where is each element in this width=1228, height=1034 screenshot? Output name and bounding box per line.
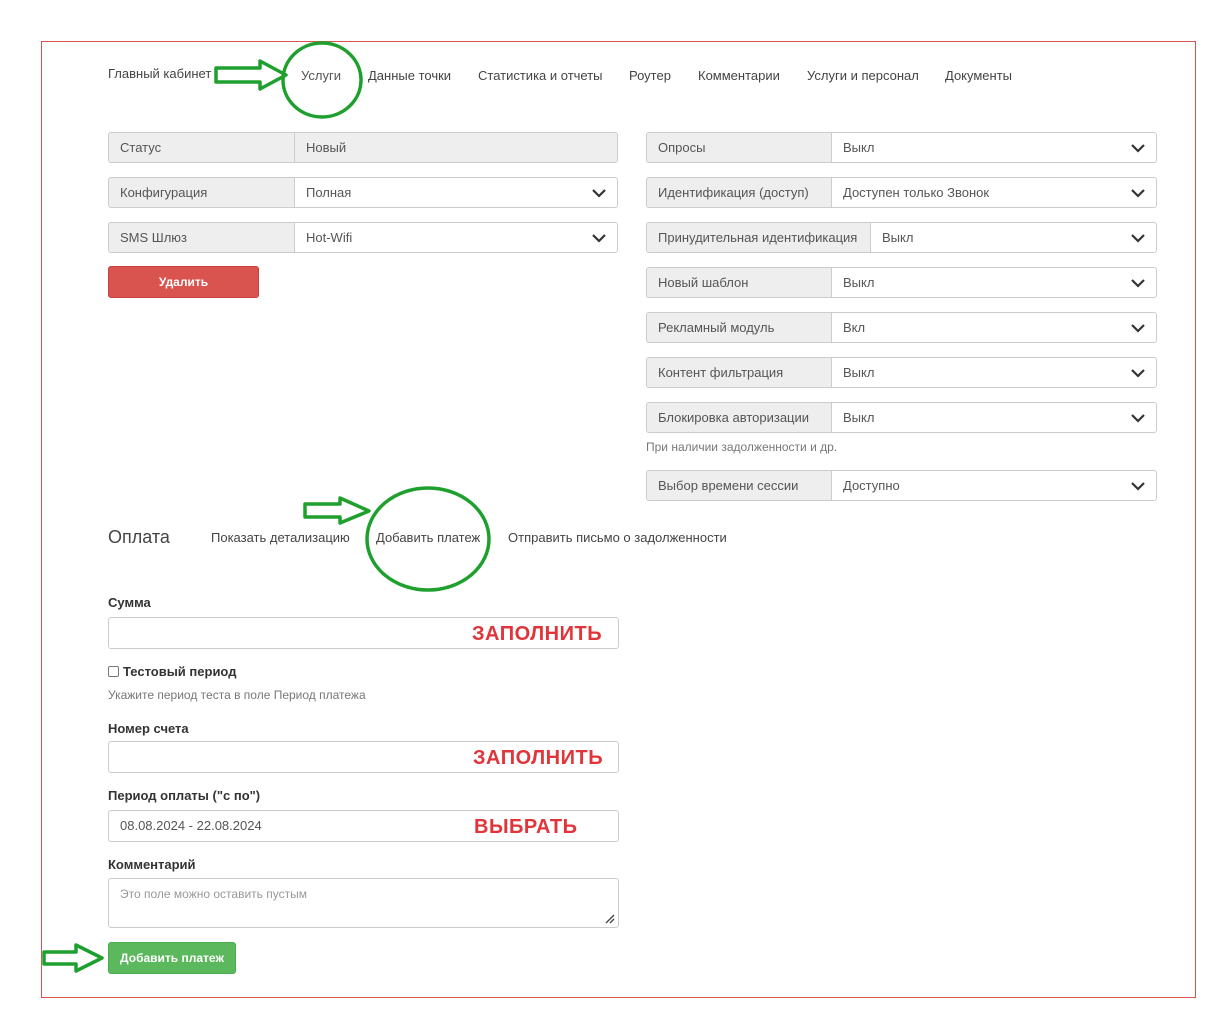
tab-add-payment[interactable]: Добавить платеж [376,530,480,545]
identification-value: Доступен только Звонок [843,185,990,200]
tab-show-details[interactable]: Показать детализацию [211,530,350,545]
sms-gateway-field: SMS Шлюз Hot-Wifi [108,222,618,253]
comment-textarea[interactable]: Это поле можно оставить пустым [108,878,619,928]
content-filter-label: Контент фильтрация [646,357,831,388]
polls-value: Выкл [843,140,875,155]
forced-identification-select[interactable]: Выкл [870,222,1157,253]
status-value: Новый [294,132,618,163]
tab-services[interactable]: Услуги [301,68,341,83]
chevron-down-icon [1131,279,1145,288]
chevron-down-icon [1131,189,1145,198]
polls-label: Опросы [646,132,831,163]
ad-module-label: Рекламный модуль [646,312,831,343]
tab-documents[interactable]: Документы [945,68,1012,83]
tab-point-data[interactable]: Данные точки [368,68,451,83]
test-period-row: Тестовый период [108,664,236,679]
period-label: Период оплаты ("с по") [108,788,261,803]
payment-title: Оплата [108,527,170,547]
chevron-down-icon [1131,144,1145,153]
chevron-down-icon [592,234,606,243]
polls-select[interactable]: Выкл [831,132,1157,163]
content-filter-field: Контент фильтрация Выкл [646,357,1157,388]
session-time-value: Доступно [843,478,900,493]
resize-handle-icon[interactable] [603,912,615,924]
new-template-field: Новый шаблон Выкл [646,267,1157,298]
fill-annotation-account: ЗАПОЛНИТЬ [473,747,604,769]
choose-annotation-period: ВЫБРАТЬ [474,816,578,838]
identification-select[interactable]: Доступен только Звонок [831,177,1157,208]
auth-block-select[interactable]: Выкл [831,402,1157,433]
forced-identification-value: Выкл [882,230,914,245]
configuration-label: Конфигурация [108,177,294,208]
test-period-label: Тестовый период [123,664,237,679]
forced-identification-label: Принудительная идентификация [646,222,870,253]
auth-block-label: Блокировка авторизации [646,402,831,433]
test-period-help: Укажите период теста в поле Период плате… [108,688,366,702]
sms-gateway-label: SMS Шлюз [108,222,294,253]
content-filter-select[interactable]: Выкл [831,357,1157,388]
tab-services-staff[interactable]: Услуги и персонал [807,68,919,83]
configuration-field: Конфигурация Полная [108,177,618,208]
identification-field: Идентификация (доступ) Доступен только З… [646,177,1157,208]
session-time-field: Выбор времени сессии Доступно [646,470,1157,501]
identification-label: Идентификация (доступ) [646,177,831,208]
tab-main-cabinet[interactable]: Главный кабинет [108,66,211,81]
ad-module-select[interactable]: Вкл [831,312,1157,343]
account-label: Номер счета [108,721,189,736]
new-template-value: Выкл [843,275,875,290]
status-label: Статус [108,132,294,163]
chevron-down-icon [592,189,606,198]
configuration-value: Полная [306,185,352,200]
fill-annotation-sum: ЗАПОЛНИТЬ [472,623,603,645]
tab-send-debt-letter[interactable]: Отправить письмо о задолженности [508,530,727,545]
auth-block-help: При наличии задолженности и др. [646,440,838,454]
sum-label: Сумма [108,595,151,610]
content-filter-value: Выкл [843,365,875,380]
comment-label: Комментарий [108,857,196,872]
tab-statistics[interactable]: Статистика и отчеты [478,68,603,83]
test-period-checkbox[interactable] [108,666,119,677]
polls-field: Опросы Выкл [646,132,1157,163]
session-time-select[interactable]: Доступно [831,470,1157,501]
chevron-down-icon [1131,414,1145,423]
chevron-down-icon [1131,482,1145,491]
new-template-label: Новый шаблон [646,267,831,298]
ad-module-value: Вкл [843,320,866,335]
sms-gateway-select[interactable]: Hot-Wifi [294,222,618,253]
auth-block-value: Выкл [843,410,875,425]
new-template-select[interactable]: Выкл [831,267,1157,298]
configuration-select[interactable]: Полная [294,177,618,208]
sms-gateway-value: Hot-Wifi [306,230,353,245]
tab-router[interactable]: Роутер [629,68,671,83]
chevron-down-icon [1131,369,1145,378]
chevron-down-icon [1131,234,1145,243]
auth-block-field: Блокировка авторизации Выкл [646,402,1157,433]
session-time-label: Выбор времени сессии [646,470,831,501]
delete-button[interactable]: Удалить [108,266,259,298]
forced-identification-field: Принудительная идентификация Выкл [646,222,1157,253]
comment-placeholder: Это поле можно оставить пустым [120,887,307,901]
status-field: Статус Новый [108,132,618,163]
tab-comments[interactable]: Комментарии [698,68,780,83]
add-payment-button[interactable]: Добавить платеж [108,942,236,974]
ad-module-field: Рекламный модуль Вкл [646,312,1157,343]
chevron-down-icon [1131,324,1145,333]
